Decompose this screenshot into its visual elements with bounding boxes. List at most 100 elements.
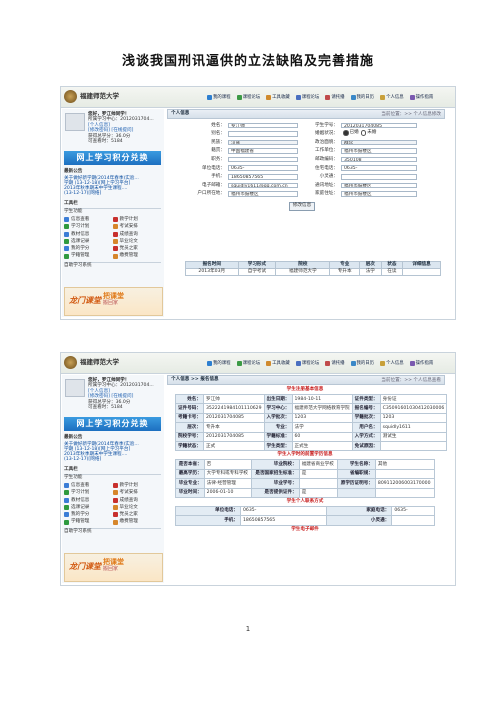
tool-item[interactable]: 学习计划 (64, 490, 113, 496)
field-value[interactable]: squidly1611@qq.com.cn (228, 182, 298, 189)
field-value[interactable]: 福州市鼓楼区 (341, 191, 417, 197)
field-value[interactable] (341, 174, 417, 180)
tool-item[interactable]: 缴费管理 (112, 253, 162, 259)
info-value: 测试生 (379, 431, 448, 442)
field-value[interactable]: 汉族 (228, 139, 298, 146)
tool-item[interactable]: 信息查看 (64, 483, 113, 489)
info-label: 证件类型： (351, 393, 381, 405)
info-label: 用户名： (351, 422, 381, 433)
save-button[interactable]: 修改信息 (289, 202, 315, 211)
field-value[interactable]: 0635- (228, 165, 298, 172)
nav-item[interactable]: 我的课程 (207, 93, 231, 102)
points-exchange-banner[interactable]: 网上学习积分兑换 (64, 417, 161, 431)
nav-item[interactable]: 工具收藏 (266, 93, 290, 102)
field-value[interactable]: 群众 (341, 139, 417, 146)
nav-item[interactable]: 操作指南 (409, 93, 433, 102)
sidebar: 您好，罗江帅同学！ 所属学习中心：2012031704... [个人信息] [修… (62, 109, 164, 317)
info-label: 免试原因： (351, 440, 381, 452)
tool-item[interactable]: 考试安排 (112, 490, 162, 496)
field-value[interactable] (228, 156, 298, 163)
info-label: 层次： (175, 422, 204, 433)
tool-item[interactable]: 缴费管理 (112, 519, 162, 525)
field-value[interactable]: 福州市鼓楼区 (341, 148, 417, 154)
tool-item[interactable]: 成绩查询 (112, 232, 162, 237)
tool-label: 信息查看 (71, 217, 90, 222)
nav-item[interactable]: 我的日历 (350, 359, 374, 368)
field-value[interactable]: 罗江帅 (228, 122, 298, 129)
field-value[interactable]: 350108 (341, 156, 417, 163)
field-value[interactable] (228, 131, 298, 137)
nav-item[interactable]: 我的课程 (207, 359, 231, 368)
tool-item[interactable]: 毕业论文 (112, 238, 162, 244)
nav-item[interactable]: 操作指南 (409, 359, 433, 368)
tool-item[interactable]: 毕业论文 (112, 505, 162, 510)
ad-text-3: 搬回家 (103, 566, 119, 572)
notice-item[interactable]: (13-12-17)[网络] (64, 191, 161, 196)
nav-label: 我的日历 (356, 94, 375, 100)
tools-title: 工具栏 (64, 467, 78, 472)
tool-item[interactable]: 成绩查询 (112, 498, 162, 503)
field-label: 户口所在地： (197, 191, 225, 197)
info-row: 手机： 18650857565 小灵通： (175, 515, 435, 526)
tool-item[interactable]: 学习计划 (64, 224, 113, 230)
table-header-cell: 报名时间 (185, 261, 239, 269)
field-value[interactable]: 2012031704085 (341, 122, 417, 129)
info-label: 是否提供证件： (251, 487, 300, 498)
top-nav: 我的课程 课程论坛 工具收藏 课程论坛 请托播 我的日历 个人信息 操作指南 (207, 93, 439, 102)
tools-footer[interactable]: 自助学习系统 (64, 261, 161, 269)
info-label: 专业： (263, 422, 293, 433)
tool-item[interactable]: 教学计划 (112, 483, 162, 489)
nav-icon (207, 361, 212, 366)
tools-subtitle: 学生功能 (64, 474, 161, 481)
info-value: C35091601030412030006 (379, 403, 448, 414)
tool-item[interactable]: 选课记录 (64, 239, 113, 244)
tool-item[interactable]: 党员之家 (112, 246, 162, 252)
tool-icon (64, 490, 69, 496)
tool-item[interactable]: 选课记录 (64, 505, 113, 510)
field-value[interactable]: 福州市鼓楼区 (341, 182, 417, 189)
tool-item[interactable]: 学籍管理 (64, 253, 113, 259)
tool-item[interactable]: 我的学分 (64, 512, 113, 518)
tool-item[interactable]: 教材信息 (64, 498, 113, 503)
tool-item[interactable]: 教材信息 (64, 232, 113, 237)
field-value[interactable]: 0635- (341, 165, 417, 172)
nav-item[interactable]: 个人信息 (380, 359, 404, 368)
nav-item[interactable]: 我的日历 (350, 93, 375, 102)
radio-option[interactable]: 已婚 (343, 130, 359, 136)
nav-item[interactable]: 请托播 (325, 93, 345, 102)
tool-item[interactable]: 教学计划 (112, 217, 162, 223)
field-value[interactable]: 中国福建省 (228, 148, 298, 154)
tools-footer[interactable]: 自助学习系统 (64, 527, 161, 535)
nav-item[interactable]: 课程论坛 (295, 359, 319, 368)
info-value: 专升本 (202, 422, 265, 433)
detail-link-cell[interactable] (402, 268, 441, 276)
radio-option[interactable]: 未婚 (360, 130, 376, 136)
tool-item[interactable]: 考试安排 (112, 224, 162, 230)
field-label: 住宅电话： (315, 165, 338, 171)
field-value[interactable]: 18650857565 (228, 174, 298, 180)
document-title: 浅谈我国刑讯逼供的立法缺陷及完善措施 (121, 54, 374, 69)
nav-item[interactable]: 请托播 (325, 359, 345, 368)
tool-item[interactable]: 党员之家 (112, 512, 162, 518)
form-row: 手机： 18650857565 小灵通： (185, 173, 443, 182)
nav-item[interactable]: 工具收藏 (266, 359, 290, 368)
nav-item[interactable]: 课程论坛 (236, 359, 260, 368)
tool-item[interactable]: 我的学分 (64, 246, 113, 252)
points-exchange-banner[interactable]: 网上学习积分兑换 (64, 151, 161, 165)
tool-item[interactable]: 学籍管理 (64, 519, 113, 525)
tool-icon (64, 224, 69, 230)
tool-icon (112, 238, 118, 244)
nav-item[interactable]: 课程论坛 (236, 93, 260, 102)
form-row: 姓名： 罗江帅 学生学号： 2012031704085 (185, 121, 443, 130)
nav-item[interactable]: 个人信息 (380, 93, 404, 102)
section-title-prior-edu: 学生入学时的前置学历信息 (277, 452, 333, 458)
tool-icon (112, 224, 118, 230)
ad-banner[interactable]: 龙门课堂 把课堂 搬回家 (64, 287, 163, 316)
tool-item[interactable]: 信息查看 (64, 217, 113, 223)
notice-item[interactable]: (13-12-17)[网络] (64, 457, 161, 462)
info-label: 是否国家招生标准： (251, 468, 300, 480)
nav-item[interactable]: 课程论坛 (295, 93, 319, 102)
info-value: 2012031704085 (202, 431, 265, 442)
ad-banner[interactable]: 龙门课堂 把课堂 搬回家 (64, 553, 163, 582)
field-value[interactable]: 福州市鼓楼区 (228, 191, 298, 197)
